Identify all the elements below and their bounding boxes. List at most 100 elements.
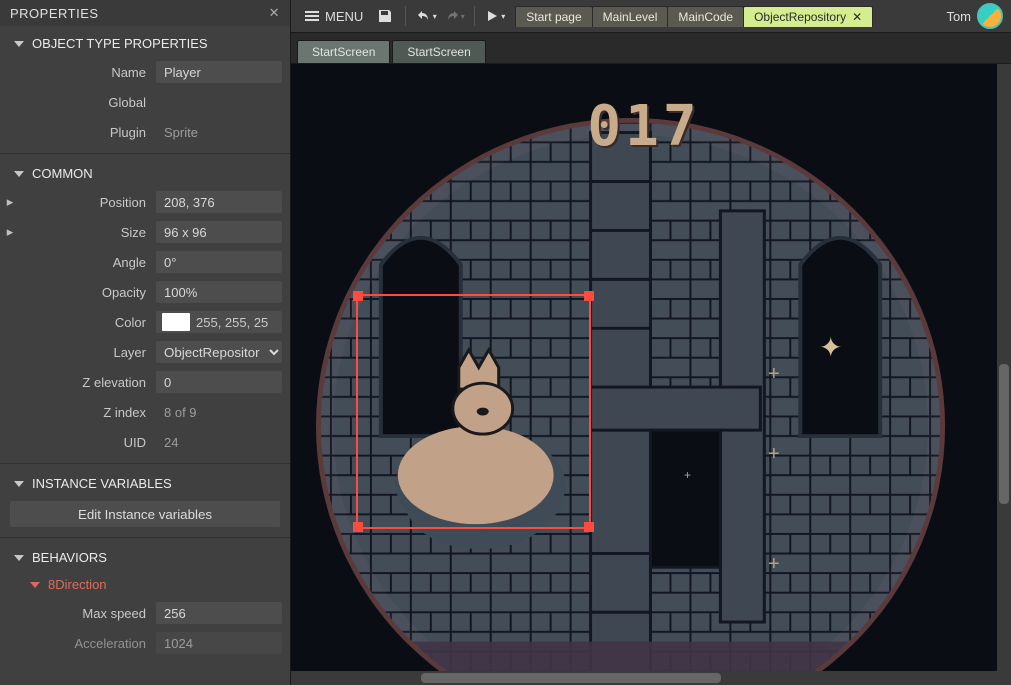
close-icon[interactable]: ✕ <box>852 10 862 24</box>
name-input[interactable] <box>156 61 282 83</box>
layout-viewport[interactable]: 017 ✦ + + + + <box>291 64 997 671</box>
chevron-down-icon <box>14 555 24 561</box>
avatar <box>977 3 1003 29</box>
prop-position: ▸ Position <box>0 187 290 217</box>
chevron-right-icon[interactable]: ▸ <box>4 194 16 210</box>
angle-input[interactable] <box>156 251 282 273</box>
prop-layer: Layer ObjectRepositor <box>0 337 290 367</box>
user-menu[interactable]: Tom <box>946 3 1003 29</box>
prop-zelev: Z elevation <box>0 367 290 397</box>
prop-global: Global <box>0 87 290 117</box>
tab-mainlevel[interactable]: MainLevel <box>592 6 669 27</box>
label: Z index <box>16 405 156 420</box>
menu-button[interactable]: MENU <box>299 7 369 26</box>
label: Opacity <box>16 285 156 300</box>
prop-opacity: Opacity <box>0 277 290 307</box>
properties-panel: PROPERTIES ✕ OBJECT TYPE PROPERTIES Name… <box>0 0 291 685</box>
zelev-input[interactable] <box>156 371 282 393</box>
panel-titlebar: PROPERTIES ✕ <box>0 0 290 26</box>
horizontal-scrollbar[interactable] <box>291 671 1011 685</box>
toolbar: MENU ▾ ▾ ▾ Start page MainLevel MainCode… <box>291 0 1011 33</box>
section-instance-vars[interactable]: INSTANCE VARIABLES <box>0 470 290 497</box>
prop-size: ▸ Size <box>0 217 290 247</box>
color-field[interactable]: 255, 255, 25 <box>156 311 282 333</box>
close-icon[interactable]: ✕ <box>269 5 280 21</box>
subtab-startscreen-2[interactable]: StartScreen <box>392 40 485 63</box>
tab-start-page[interactable]: Start page <box>515 6 592 27</box>
prop-plugin: Plugin Sprite <box>0 117 290 147</box>
plus-icon: + <box>768 364 780 384</box>
hamburger-icon <box>305 11 319 21</box>
section-label: COMMON <box>32 166 93 181</box>
scrollbar-thumb[interactable] <box>421 673 721 683</box>
zindex-value: 8 of 9 <box>156 405 197 420</box>
maxspeed-input[interactable] <box>156 602 282 624</box>
section-common[interactable]: COMMON <box>0 160 290 187</box>
section-behaviors[interactable]: BEHAVIORS <box>0 544 290 571</box>
resize-handle-nw[interactable] <box>353 291 363 301</box>
plus-icon: + <box>684 469 691 481</box>
layout-tabs: StartScreen StartScreen <box>291 33 1011 64</box>
resize-handle-sw[interactable] <box>353 522 363 532</box>
prop-accel: Acceleration <box>0 628 290 658</box>
accel-input[interactable] <box>156 632 282 654</box>
viewport-wrap: 017 ✦ + + + + <box>291 64 1011 671</box>
user-name: Tom <box>946 9 971 24</box>
label: Position <box>16 195 156 210</box>
chevron-right-icon[interactable]: ▸ <box>4 224 16 240</box>
prop-zindex: Z index 8 of 9 <box>0 397 290 427</box>
label: Layer <box>16 345 156 360</box>
section-object-type[interactable]: OBJECT TYPE PROPERTIES <box>0 30 290 57</box>
position-input[interactable] <box>156 191 282 213</box>
scene: 017 ✦ + + + + <box>291 64 997 671</box>
plus-icon: + <box>768 554 780 574</box>
label: UID <box>16 435 156 450</box>
app-root: PROPERTIES ✕ OBJECT TYPE PROPERTIES Name… <box>0 0 1011 685</box>
document-tabs: Start page MainLevel MainCode ObjectRepo… <box>515 6 872 27</box>
color-swatch[interactable] <box>162 313 190 331</box>
undo-icon[interactable]: ▾ <box>414 4 438 28</box>
tab-label: ObjectRepository <box>754 10 846 24</box>
main-area: MENU ▾ ▾ ▾ Start page MainLevel MainCode… <box>291 0 1011 685</box>
label: Color <box>16 315 156 330</box>
label: Acceleration <box>16 636 156 651</box>
label: Size <box>16 225 156 240</box>
label: Plugin <box>16 125 156 140</box>
section-label: BEHAVIORS <box>32 550 107 565</box>
counter-display: 017 <box>587 94 700 159</box>
opacity-input[interactable] <box>156 281 282 303</box>
play-icon[interactable]: ▾ <box>483 4 507 28</box>
plus-icon: + <box>768 444 780 464</box>
chevron-down-icon <box>30 582 40 588</box>
edit-instance-vars-button[interactable]: Edit Instance variables <box>10 501 280 527</box>
prop-name: Name <box>0 57 290 87</box>
subtab-startscreen-1[interactable]: StartScreen <box>297 40 390 63</box>
menu-label: MENU <box>325 9 363 24</box>
behavior-8direction[interactable]: 8Direction <box>0 571 290 598</box>
panel-body: OBJECT TYPE PROPERTIES Name Global Plugi… <box>0 26 290 685</box>
star-icon: ✦ <box>819 334 842 362</box>
uid-value: 24 <box>156 435 178 450</box>
scrollbar-thumb[interactable] <box>999 364 1009 504</box>
label: Max speed <box>16 606 156 621</box>
label: Angle <box>16 255 156 270</box>
save-icon[interactable] <box>373 4 397 28</box>
prop-maxspeed: Max speed <box>0 598 290 628</box>
tab-objectrepository[interactable]: ObjectRepository ✕ <box>743 6 873 27</box>
resize-handle-ne[interactable] <box>584 291 594 301</box>
size-input[interactable] <box>156 221 282 243</box>
layer-select[interactable]: ObjectRepositor <box>156 341 282 363</box>
selection-box[interactable] <box>356 294 591 529</box>
color-value: 255, 255, 25 <box>196 315 268 330</box>
redo-icon: ▾ <box>442 4 466 28</box>
chevron-down-icon <box>14 481 24 487</box>
label: Global <box>16 95 156 110</box>
label: Z elevation <box>16 375 156 390</box>
tab-maincode[interactable]: MainCode <box>667 6 744 27</box>
label: Name <box>16 65 156 80</box>
resize-handle-se[interactable] <box>584 522 594 532</box>
prop-color: Color 255, 255, 25 <box>0 307 290 337</box>
vertical-scrollbar[interactable] <box>997 64 1011 671</box>
prop-uid: UID 24 <box>0 427 290 457</box>
panel-title-text: PROPERTIES <box>10 6 99 21</box>
